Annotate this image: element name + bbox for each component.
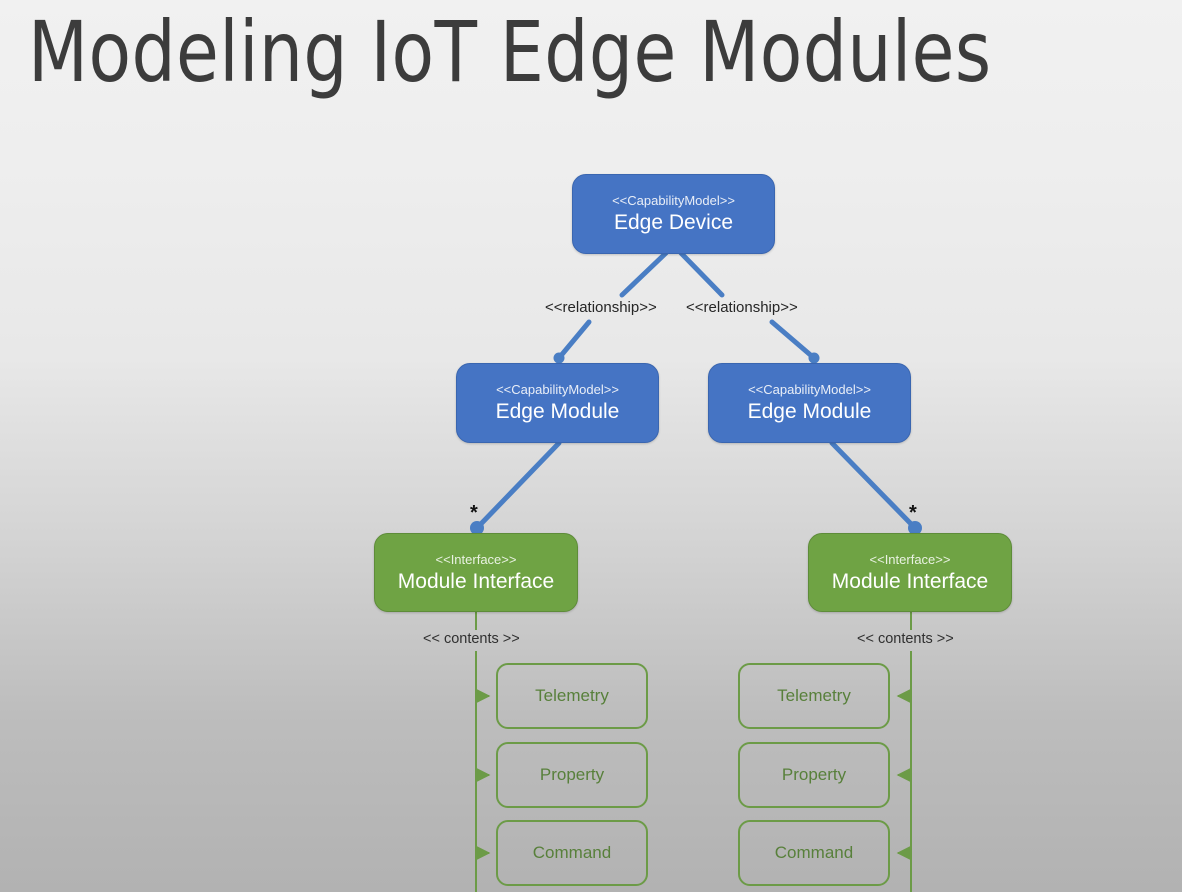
node-edge-module-left[interactable]: <<CapabilityModel>> Edge Module <box>456 363 659 443</box>
member-label: Property <box>781 765 847 784</box>
node-name: Edge Module <box>747 400 872 423</box>
member-box-property-right[interactable]: Property <box>738 742 890 808</box>
wire-right-label-to-module <box>769 319 817 361</box>
wire-dot-left-module <box>553 352 565 364</box>
wire-dot-right-module <box>808 352 820 364</box>
node-name: Edge Device <box>613 211 734 234</box>
edge-label-relationship-right: <<relationship>> <box>686 299 798 316</box>
multiplicity-left: * <box>470 502 478 524</box>
node-edge-module-right[interactable]: <<CapabilityModel>> Edge Module <box>708 363 911 443</box>
multiplicity-right: * <box>909 502 917 524</box>
node-stereotype: <<CapabilityModel>> <box>612 193 735 208</box>
node-name: Module Interface <box>397 569 555 593</box>
wire-left-module-to-interface <box>474 440 562 531</box>
node-module-interface-right[interactable]: <<Interface>> Module Interface <box>808 533 1012 612</box>
slide-canvas: Modeling IoT Edge Modules <<CapabilityMo… <box>0 0 1182 892</box>
node-stereotype: <<Interface>> <box>435 551 517 567</box>
edge-label-relationship-left: <<relationship>> <box>545 299 657 316</box>
member-label: Command <box>532 843 612 862</box>
contents-label-left: << contents >> <box>423 631 520 647</box>
wire-device-to-right-label <box>678 250 725 298</box>
node-stereotype: <<CapabilityModel>> <box>748 382 871 397</box>
node-name: Edge Module <box>495 400 620 423</box>
member-label: Telemetry <box>535 686 609 705</box>
node-edge-device[interactable]: <<CapabilityModel>> Edge Device <box>572 174 775 254</box>
contents-label-right: << contents >> <box>857 631 954 647</box>
node-stereotype: <<Interface>> <box>869 551 951 567</box>
node-stereotype: <<CapabilityModel>> <box>496 382 619 397</box>
member-box-command-left[interactable]: Command <box>496 820 648 886</box>
node-module-interface-left[interactable]: <<Interface>> Module Interface <box>374 533 578 612</box>
member-box-telemetry-right[interactable]: Telemetry <box>738 663 890 729</box>
member-label: Command <box>774 843 854 862</box>
node-name: Module Interface <box>831 569 989 593</box>
member-box-property-left[interactable]: Property <box>496 742 648 808</box>
member-box-command-right[interactable]: Command <box>738 820 890 886</box>
wire-device-to-left-label <box>619 250 669 298</box>
member-label: Property <box>539 765 605 784</box>
member-label: Telemetry <box>777 686 851 705</box>
wire-left-label-to-module <box>556 319 592 361</box>
page-title: Modeling IoT Edge Modules <box>28 3 992 101</box>
member-box-telemetry-left[interactable]: Telemetry <box>496 663 648 729</box>
wire-right-module-to-interface <box>829 440 918 531</box>
